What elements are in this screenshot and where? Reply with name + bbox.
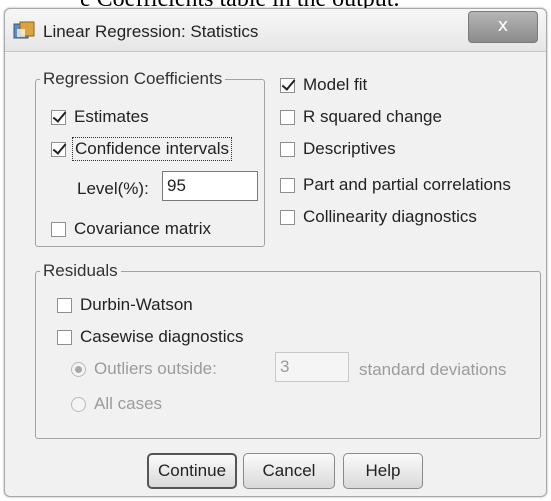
close-icon: x (497, 15, 509, 36)
part-partial-correlations-label: Part and partial correlations (303, 175, 511, 194)
confidence-intervals-label: Confidence intervals (71, 137, 233, 161)
collinearity-diagnostics-label: Collinearity diagnostics (303, 207, 477, 226)
title-bar[interactable]: Linear Regression: Statistics x (5, 9, 546, 52)
durbin-watson-checkbox[interactable]: Durbin-Watson (57, 295, 193, 315)
covariance-matrix-label: Covariance matrix (74, 219, 211, 238)
radio-unselected-icon (71, 396, 86, 412)
spss-app-icon (13, 21, 35, 39)
collinearity-diagnostics-checkbox[interactable]: Collinearity diagnostics (280, 207, 477, 227)
descriptives-checkbox[interactable]: Descriptives (280, 139, 396, 159)
checkbox-unchecked-icon (280, 209, 295, 225)
checkbox-unchecked-icon (57, 329, 72, 345)
statistics-dialog: Linear Regression: Statistics x Regressi… (4, 8, 547, 497)
casewise-diagnostics-checkbox[interactable]: Casewise diagnostics (57, 327, 243, 347)
regression-coefficients-legend: Regression Coefficients (43, 69, 223, 88)
checkbox-checked-icon (51, 109, 66, 125)
checkbox-unchecked-icon (51, 221, 66, 237)
checkbox-unchecked-icon (280, 141, 295, 157)
cancel-button[interactable]: Cancel (243, 453, 335, 489)
checkbox-unchecked-icon (280, 177, 295, 193)
estimates-checkbox[interactable]: Estimates (51, 107, 149, 127)
checkbox-checked-icon (51, 141, 66, 157)
r-squared-change-checkbox[interactable]: R squared change (280, 107, 442, 127)
continue-button[interactable]: Continue (147, 453, 237, 489)
model-fit-label: Model fit (303, 75, 368, 94)
all-cases-label: All cases (94, 394, 163, 413)
checkbox-checked-icon (280, 77, 295, 93)
durbin-watson-label: Durbin-Watson (80, 295, 193, 314)
level-label: Level(%): (77, 179, 149, 198)
outliers-value-input[interactable]: 3 (275, 352, 349, 382)
close-button[interactable]: x (468, 11, 538, 43)
descriptives-label: Descriptives (303, 139, 396, 158)
confidence-intervals-checkbox[interactable]: Confidence intervals (51, 137, 233, 161)
estimates-label: Estimates (74, 107, 149, 126)
checkbox-unchecked-icon (280, 109, 295, 125)
casewise-diagnostics-label: Casewise diagnostics (80, 327, 244, 346)
r-squared-change-label: R squared change (303, 107, 442, 126)
standard-deviations-label: standard deviations (359, 360, 507, 379)
radio-selected-icon (71, 361, 86, 377)
outliers-outside-radio[interactable]: Outliers outside: (71, 359, 217, 379)
level-input[interactable]: 95 (162, 171, 258, 201)
window-title: Linear Regression: Statistics (43, 22, 259, 41)
all-cases-radio[interactable]: All cases (71, 394, 162, 414)
residuals-legend: Residuals (43, 261, 118, 280)
covariance-matrix-checkbox[interactable]: Covariance matrix (51, 219, 211, 239)
checkbox-unchecked-icon (57, 297, 72, 313)
part-partial-correlations-checkbox[interactable]: Part and partial correlations (280, 175, 511, 195)
model-fit-checkbox[interactable]: Model fit (280, 75, 367, 95)
outliers-outside-label: Outliers outside: (94, 359, 217, 378)
help-button[interactable]: Help (343, 453, 423, 489)
